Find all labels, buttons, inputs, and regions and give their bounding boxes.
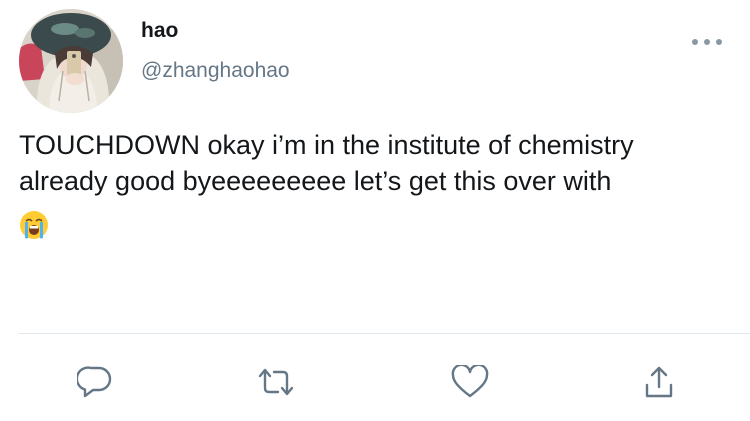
reply-icon bbox=[77, 366, 112, 398]
share-icon bbox=[645, 366, 673, 398]
dot bbox=[716, 39, 722, 45]
retweet-button[interactable] bbox=[256, 362, 296, 402]
author-name[interactable]: hao bbox=[141, 18, 178, 44]
more-options-icon[interactable] bbox=[692, 34, 722, 50]
author-handle[interactable]: @zhanghaohao bbox=[141, 58, 290, 84]
avatar[interactable] bbox=[19, 9, 123, 113]
loudly-crying-face-icon bbox=[19, 210, 49, 240]
reply-button[interactable] bbox=[75, 362, 115, 402]
avatar-photo bbox=[19, 9, 123, 113]
retweet-icon bbox=[258, 368, 294, 396]
like-button[interactable] bbox=[450, 362, 490, 402]
dot bbox=[692, 39, 698, 45]
tweet-card: hao @zhanghaohao TOUCHDOWN okay i’m in t… bbox=[0, 0, 750, 421]
dot bbox=[704, 39, 710, 45]
divider bbox=[19, 333, 750, 334]
tweet-text: TOUCHDOWN okay i’m in the institute of c… bbox=[19, 130, 634, 196]
share-button[interactable] bbox=[639, 362, 679, 402]
heart-icon bbox=[451, 365, 489, 398]
